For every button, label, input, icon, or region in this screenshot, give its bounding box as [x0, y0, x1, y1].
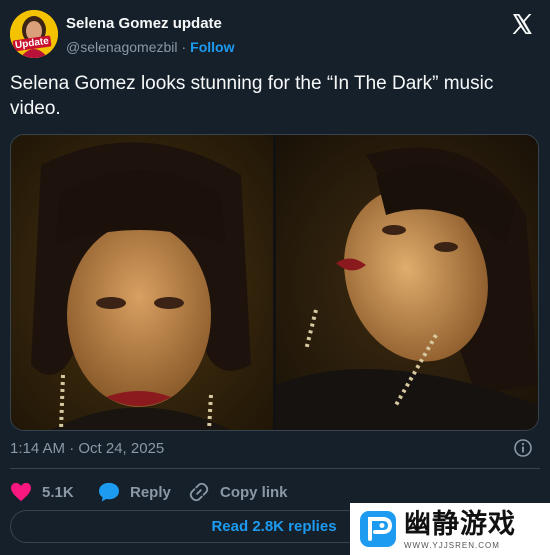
- follow-button[interactable]: Follow: [190, 39, 234, 55]
- like-count: 5.1K: [42, 483, 74, 501]
- media-image-right[interactable]: [276, 135, 538, 430]
- action-bar: 5.1K Reply Copy link: [10, 480, 540, 504]
- author-handle[interactable]: @selenagomezbil: [66, 39, 178, 55]
- tweet-header: Update Selena Gomez update @selenagomezb…: [10, 10, 540, 60]
- copy-link-label: Copy link: [220, 483, 288, 501]
- tweet-text: Selena Gomez looks stunning for the “In …: [10, 73, 494, 119]
- author-handle-row: @selenagomezbil · Follow: [66, 39, 235, 55]
- info-icon[interactable]: [513, 438, 533, 458]
- heart-icon: [11, 482, 31, 502]
- link-icon: [189, 482, 209, 502]
- reply-label: Reply: [130, 483, 171, 501]
- author-name[interactable]: Selena Gomez update: [66, 15, 222, 32]
- divider: [10, 468, 540, 469]
- watermark-logo-icon: [360, 511, 396, 547]
- tweet-timestamp[interactable]: 1:14 AM · Oct 24, 2025: [10, 440, 164, 457]
- reply-bubble-icon: [99, 482, 119, 502]
- avatar[interactable]: Update: [10, 10, 58, 58]
- media-image-left[interactable]: [11, 135, 273, 430]
- watermark-brand: 幽静游戏: [404, 508, 516, 539]
- watermark-url: WWW.YJJSREN.COM: [404, 540, 500, 550]
- copy-link-button[interactable]: Copy link: [188, 480, 288, 504]
- watermark: 幽静游戏 WWW.YJJSREN.COM: [350, 503, 550, 555]
- x-logo-icon[interactable]: [510, 12, 534, 36]
- like-button[interactable]: 5.1K: [10, 480, 74, 504]
- separator-dot: ·: [181, 39, 187, 55]
- reply-button[interactable]: Reply: [98, 480, 171, 504]
- watermark-text: 幽静游戏 WWW.YJJSREN.COM: [404, 509, 516, 550]
- media-grid[interactable]: [10, 134, 539, 431]
